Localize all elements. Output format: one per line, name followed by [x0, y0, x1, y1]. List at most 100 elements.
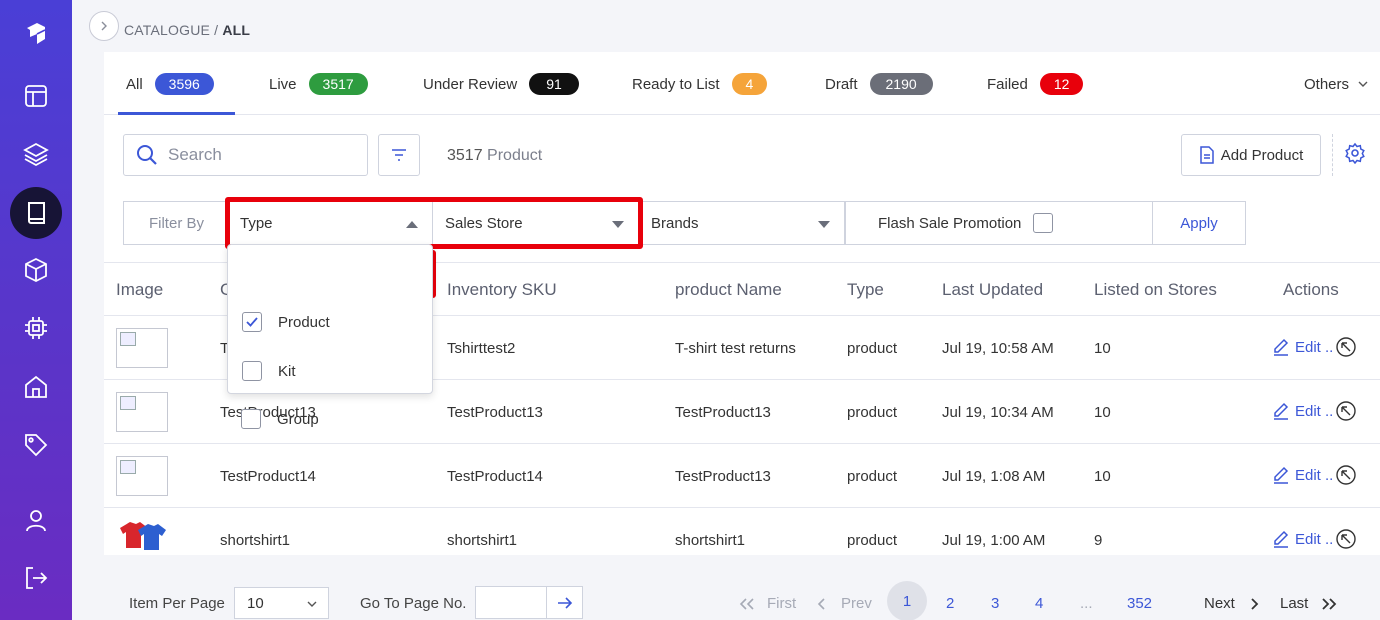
search-input[interactable]	[168, 145, 348, 165]
layers-icon[interactable]	[16, 134, 56, 174]
page-4-button[interactable]: 4	[1035, 595, 1043, 612]
brands-filter-select[interactable]: Brands	[639, 201, 845, 245]
edit-action[interactable]: Edit ..	[1272, 400, 1357, 422]
filter-by-label: Filter By	[123, 201, 229, 245]
open-external-icon[interactable]	[1335, 400, 1357, 422]
pencil-icon	[1274, 466, 1289, 484]
tab-all[interactable]: All 3596	[126, 72, 214, 96]
tab-under-review[interactable]: Under Review 91	[423, 72, 579, 96]
name-cell: TestProduct13	[675, 404, 771, 421]
sales-store-filter-select[interactable]: Sales Store	[433, 201, 639, 245]
page-3-button[interactable]: 3	[991, 595, 999, 612]
logout-icon[interactable]	[16, 558, 56, 598]
type-cell: product	[847, 404, 898, 421]
product-image-placeholder	[116, 456, 168, 496]
box-icon[interactable]	[16, 250, 56, 290]
type-cell: product	[847, 340, 898, 357]
arrow-right-icon	[557, 596, 572, 609]
tab-failed[interactable]: Failed 12	[987, 72, 1084, 96]
tab-live[interactable]: Live 3517	[269, 72, 368, 96]
listed-cell: 9	[1094, 532, 1103, 549]
sku-cell: TestProduct13	[447, 404, 543, 421]
pencil-icon	[1274, 338, 1289, 356]
page-2-button[interactable]: 2	[946, 595, 954, 612]
chevron-right-icon	[101, 21, 107, 31]
toolbar-divider	[1332, 134, 1333, 176]
page-352-button[interactable]: 352	[1127, 595, 1152, 612]
caret-up-icon	[406, 221, 418, 228]
sku-cell: shortshirt1	[447, 532, 518, 549]
column-header-last-updated[interactable]: Last Updated	[942, 280, 1043, 300]
name-cell: shortshirt1	[675, 532, 746, 549]
sidebar-collapse-button[interactable]	[89, 11, 119, 41]
tab-label: Ready to List	[632, 75, 720, 93]
chevron-down-icon	[307, 601, 317, 607]
edit-action[interactable]: Edit ..	[1272, 528, 1357, 550]
column-header-listed-on-stores[interactable]: Listed on Stores	[1094, 280, 1217, 300]
filter-lines-icon	[392, 149, 406, 161]
product-count-label: Product	[482, 147, 543, 164]
catalogue-book-icon[interactable]	[10, 187, 62, 239]
apply-button[interactable]: Apply	[1152, 201, 1246, 245]
last-page-button[interactable]: Last	[1280, 595, 1308, 612]
brands-label: Brands	[651, 214, 699, 232]
open-external-icon[interactable]	[1335, 464, 1357, 486]
name-cell: TestProduct13	[675, 468, 771, 485]
flash-sale-filter: Flash Sale Promotion	[845, 201, 1154, 245]
chip-icon[interactable]	[16, 308, 56, 348]
edit-action[interactable]: Edit ..	[1272, 464, 1357, 486]
count-badge: 2190	[869, 73, 933, 95]
group-checkbox[interactable]	[241, 409, 261, 429]
table-row[interactable]: TestProduct14 TestProduct14 TestProduct1…	[104, 444, 1380, 508]
column-header-type[interactable]: Type	[847, 280, 884, 300]
option-label: Group	[277, 410, 319, 428]
catalogue-panel: All 3596 Live 3517 Under Review 91 Ready…	[104, 52, 1380, 620]
product-image-placeholder	[116, 328, 168, 368]
caret-down-icon	[818, 221, 830, 228]
tab-others[interactable]: Others	[1304, 72, 1369, 96]
add-product-button[interactable]: Add Product	[1181, 134, 1321, 176]
tab-draft[interactable]: Draft 2190	[825, 72, 933, 96]
count-badge: 12	[1039, 73, 1084, 95]
user-icon[interactable]	[16, 500, 56, 540]
item-per-page-value: 10	[247, 594, 264, 612]
goto-page-input[interactable]	[475, 586, 583, 619]
page-1-button[interactable]: 1	[887, 581, 927, 620]
open-external-icon[interactable]	[1335, 336, 1357, 358]
edit-label: Edit ..	[1295, 402, 1334, 420]
goto-page-button[interactable]	[546, 587, 582, 618]
type-filter-select[interactable]: Type	[229, 201, 433, 245]
updated-cell: Jul 19, 10:34 AM	[942, 404, 1054, 421]
count-badge: 3596	[154, 73, 214, 95]
prev-page-button[interactable]: Prev	[841, 595, 872, 612]
column-header-product-name[interactable]: product Name	[675, 280, 782, 300]
column-header-inventory-sku[interactable]: Inventory SKU	[447, 280, 557, 300]
tag-icon[interactable]	[16, 425, 56, 465]
first-page-button[interactable]: First	[767, 595, 796, 612]
flash-sale-checkbox[interactable]	[1033, 213, 1054, 233]
count-badge: 4	[731, 73, 768, 95]
sales-store-label: Sales Store	[445, 214, 523, 232]
type-option-group[interactable]: Group	[241, 408, 319, 430]
count-badge: 3517	[308, 73, 368, 95]
brand-logo-icon[interactable]	[16, 14, 56, 54]
tab-ready-to-list[interactable]: Ready to List 4	[632, 72, 768, 96]
dashboard-icon[interactable]	[16, 76, 56, 116]
edit-action[interactable]: Edit ..	[1272, 336, 1357, 358]
goto-page-label: Go To Page No.	[360, 595, 467, 612]
count-badge: 91	[529, 73, 579, 95]
pencil-icon	[1274, 402, 1289, 420]
edit-label: Edit ..	[1295, 530, 1334, 548]
filter-toggle-button[interactable]	[378, 134, 420, 176]
page-ellipsis: ...	[1080, 595, 1093, 612]
breadcrumb-parent[interactable]: CATALOGUE /	[124, 22, 222, 38]
home-icon[interactable]	[16, 367, 56, 407]
item-per-page-select[interactable]: 10	[234, 587, 329, 619]
type-filter-label: Type	[240, 214, 273, 232]
tab-label: Under Review	[423, 75, 518, 93]
tab-label: All	[126, 75, 143, 93]
open-external-icon[interactable]	[1335, 528, 1357, 550]
type-cell: product	[847, 468, 898, 485]
next-page-button[interactable]: Next	[1204, 595, 1235, 612]
settings-gear-icon[interactable]	[1344, 142, 1366, 169]
